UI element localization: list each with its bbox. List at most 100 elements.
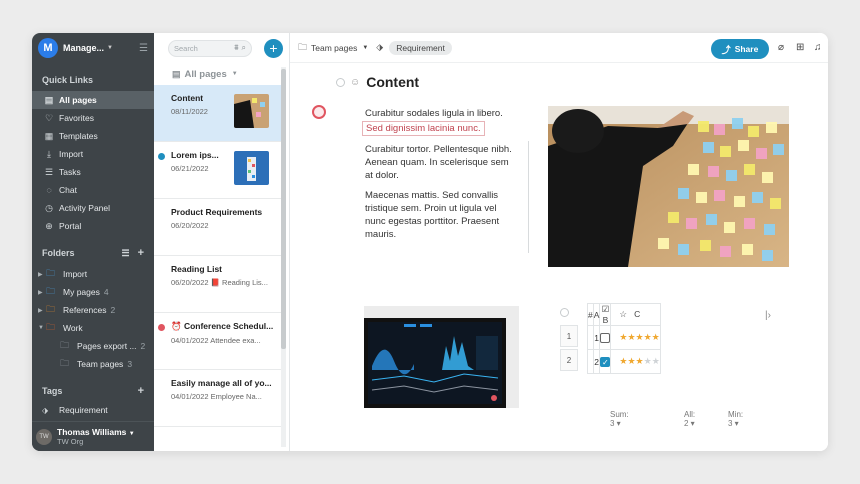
sticky-notes-photo[interactable] <box>548 106 789 267</box>
checkbox-unchecked[interactable] <box>600 332 611 343</box>
sidebar: M Manage... ▼ ☰ Quick Links ▤ All pages ♡ F… <box>32 33 154 451</box>
page-list-item[interactable]: Lorem ips... 06/21/2022 <box>154 142 281 199</box>
chat-icon: ◌ <box>46 185 52 195</box>
sidebar-item-all-pages[interactable]: ▤ All pages <box>32 91 154 109</box>
dashboard-laptop-photo[interactable] <box>364 306 519 408</box>
search-input[interactable]: Search ⩩ ⌕ <box>168 39 252 57</box>
footer-sum[interactable]: Sum: 3 ▾ <box>610 410 629 428</box>
add-folder-icon[interactable]: + <box>138 247 144 259</box>
emoji-icon[interactable]: ☺ <box>350 77 360 88</box>
page-options-icon[interactable] <box>336 77 345 87</box>
chevron-down-icon: ▼ <box>231 71 238 77</box>
editor: 🗀 Team pages ▼ ⬗ Requirement ⤴ Share ⌀ ⊞ … <box>290 33 828 451</box>
rating-stars[interactable]: ★★★★★ <box>619 356 659 366</box>
file-icon: ▤ <box>44 94 54 105</box>
sidebar-item-label: Tasks <box>59 167 81 177</box>
expand-icon[interactable]: ▼ <box>38 325 44 331</box>
checkbox-column-icon: ☑ <box>601 304 610 314</box>
paragraph[interactable]: Maecenas mattis. Sed convallis tristique… <box>365 189 517 241</box>
row-number[interactable]: 1 <box>560 325 578 347</box>
folder-icon: 🗀 <box>46 304 56 314</box>
sidebar-item-activity-panel[interactable]: ◷ Activity Panel <box>32 199 154 217</box>
tag-chip[interactable]: Requirement <box>389 40 452 55</box>
column-header-c[interactable]: ☆ C <box>610 303 661 326</box>
page-list-item[interactable]: Content 08/11/2022 <box>154 85 281 142</box>
column-header-a[interactable]: A <box>592 303 601 326</box>
folder-icon: 🗀 <box>46 268 56 278</box>
page-item-meta: 06/20/2022 <box>171 221 209 230</box>
cursor-indicator <box>312 105 326 119</box>
chevron-down-icon: ▼ <box>128 431 135 437</box>
expand-icon[interactable]: ▶ <box>38 271 44 278</box>
sidebar-item-label: Templates <box>59 131 98 141</box>
folder-item[interactable]: 🗀 Pages export ... 2 <box>32 337 154 355</box>
sidebar-item-import[interactable]: ⤓ Import <box>32 145 154 163</box>
row-number[interactable]: 2 <box>560 349 578 371</box>
footer-min[interactable]: Min: 3 ▾ <box>728 410 743 428</box>
grid-icon[interactable]: ⊞ <box>796 42 804 53</box>
page-title[interactable]: Content <box>366 74 419 90</box>
add-tag-icon[interactable]: + <box>138 385 144 397</box>
expand-icon[interactable]: ▶ <box>38 289 44 296</box>
tag-icon: ⬗ <box>376 42 384 52</box>
expand-icon[interactable]: ▶ <box>38 307 44 314</box>
paragraph[interactable]: Curabitur sodales ligula in libero. <box>365 108 503 119</box>
search-icon[interactable]: ⌕ <box>242 43 246 53</box>
avatar: TW <box>36 428 52 445</box>
sidebar-item-favorites[interactable]: ♡ Favorites <box>32 109 154 127</box>
rating-cell[interactable]: ★★★★★ <box>610 325 661 350</box>
rating-cell[interactable]: ★★★★★ <box>610 349 661 374</box>
page-list-item[interactable]: Product Requirements 06/20/2022 <box>154 199 281 256</box>
workspace-switcher[interactable]: M Manage... ▼ ☰ <box>32 33 154 63</box>
filter-icon[interactable]: ⩩ <box>234 43 238 53</box>
paragraph[interactable]: Curabitur tortor. Pellentesque nibh. Aen… <box>365 143 517 182</box>
sidebar-item-label: Favorites <box>59 113 94 123</box>
chevron-down-icon: ▼ <box>362 44 369 51</box>
share-button[interactable]: ⤴ Share <box>711 39 769 59</box>
sidebar-item-templates[interactable]: ▦ Templates <box>32 127 154 145</box>
status-dot <box>158 153 165 160</box>
page-list-item[interactable]: Easily manage all of yo... 04/01/2022 Emp… <box>154 370 281 427</box>
checkbox-checked[interactable]: ✓ <box>600 356 611 367</box>
table-select-icon[interactable] <box>560 308 569 317</box>
footer-all[interactable]: All: 2 ▾ <box>684 410 695 428</box>
highlighted-text[interactable]: Sed dignissim lacinia nunc. <box>362 121 485 136</box>
folder-item[interactable]: 🗀 Team pages 3 <box>32 355 154 373</box>
user-menu[interactable]: TW Thomas Williams ▼ TW Org <box>32 421 154 451</box>
text-block[interactable]: Curabitur sodales ligula in libero. Sed … <box>362 107 517 248</box>
heart-icon: ♡ <box>44 112 54 123</box>
table-cell-checkbox[interactable] <box>599 325 612 350</box>
quick-links-list: ▤ All pages ♡ Favorites ▦ Templates ⤓ Import ☰ Ta… <box>32 91 154 235</box>
rating-stars[interactable]: ★★★★★ <box>619 332 659 342</box>
add-page-button[interactable]: + <box>264 38 283 58</box>
folder-item[interactable]: ▶ 🗀 References 2 <box>32 301 154 319</box>
page-item-title: Product Requirements <box>171 207 263 217</box>
sidebar-item-chat[interactable]: ◌ Chat <box>32 181 154 199</box>
table-cell-checkbox[interactable]: ✓ <box>599 349 612 374</box>
add-column-icon[interactable]: |› <box>765 310 771 321</box>
collapse-sidebar-icon[interactable]: ☰ <box>139 43 148 54</box>
folder-icon: 🗀 <box>298 41 308 52</box>
folder-label: Pages export ... <box>77 341 137 351</box>
page-list-filter[interactable]: ▤ All pages ▼ <box>154 63 289 85</box>
sort-icon[interactable]: ☰ <box>121 248 129 259</box>
page-list-item[interactable]: ⏰ Conference Schedul... 04/01/2022 Attend… <box>154 313 281 370</box>
breadcrumb[interactable]: 🗀 Team pages ▼ <box>298 40 376 56</box>
attachment-icon[interactable]: ⌀ <box>778 42 784 53</box>
folder-item[interactable]: ▶ 🗀 My pages 4 <box>32 283 154 301</box>
sidebar-item-label: Portal <box>59 221 82 231</box>
bell-icon[interactable]: ♫ <box>814 42 822 53</box>
folder-item[interactable]: ▶ 🗀 Import <box>32 265 154 283</box>
page-list-scrollbar[interactable] <box>281 67 286 447</box>
sidebar-item-portal[interactable]: ⊕ Portal <box>32 217 154 235</box>
page-list-item[interactable]: Reading List 06/20/2022 📕 Reading Lis... <box>154 256 281 313</box>
page-cards: Content 08/11/2022 Lorem ips... 06/21/2022 P… <box>154 85 289 427</box>
folder-item[interactable]: ▼ 🗀 Work <box>32 319 154 337</box>
column-header-b[interactable]: ☑ B <box>599 303 612 326</box>
tag-item[interactable]: ⬗ Requirement <box>32 403 154 417</box>
pages-icon: ▤ <box>172 68 181 79</box>
column-divider[interactable] <box>528 141 529 253</box>
table-cell[interactable]: 2 <box>592 349 601 374</box>
table-cell[interactable]: 1 <box>592 325 601 350</box>
sidebar-item-tasks[interactable]: ☰ Tasks <box>32 163 154 181</box>
